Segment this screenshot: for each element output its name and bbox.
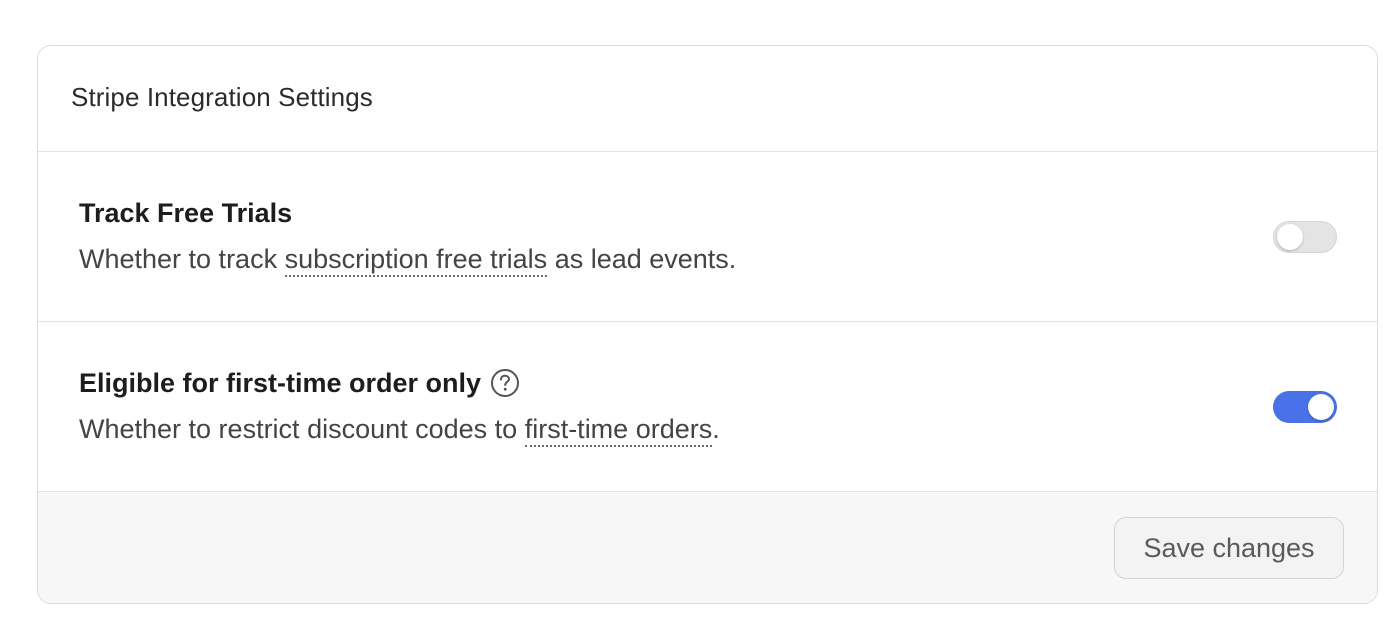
setting-row-first-time-order: Eligible for first-time order only Wheth…: [38, 322, 1377, 492]
toggle-knob: [1277, 224, 1303, 250]
first-time-order-toggle[interactable]: [1273, 391, 1337, 423]
settings-card: Stripe Integration Settings Track Free T…: [37, 45, 1378, 604]
setting-description: Whether to track subscription free trial…: [79, 244, 737, 277]
description-text: Whether to restrict discount codes to: [79, 414, 525, 444]
card-header: Stripe Integration Settings: [38, 46, 1377, 152]
setting-title-label: Eligible for first-time order only: [79, 367, 482, 398]
setting-description: Whether to restrict discount codes to fi…: [79, 414, 720, 447]
setting-text: Track Free Trials Whether to track subsc…: [79, 196, 737, 277]
question-circle-icon[interactable]: [490, 368, 520, 398]
setting-title-label: Track Free Trials: [79, 197, 293, 228]
description-text: .: [712, 414, 720, 444]
track-free-trials-toggle[interactable]: [1273, 221, 1337, 253]
setting-title: Eligible for first-time order only: [79, 366, 720, 400]
toggle-knob: [1308, 394, 1334, 420]
subscription-free-trials-tooltip-link[interactable]: subscription free trials: [284, 244, 548, 277]
setting-text: Eligible for first-time order only Wheth…: [79, 366, 720, 447]
setting-row-track-free-trials: Track Free Trials Whether to track subsc…: [38, 152, 1377, 322]
card-footer: Save changes: [38, 492, 1377, 603]
description-text: as lead events.: [547, 244, 737, 274]
first-time-orders-tooltip-link[interactable]: first-time orders: [524, 414, 713, 447]
card-title: Stripe Integration Settings: [71, 82, 373, 112]
save-changes-button[interactable]: Save changes: [1114, 517, 1344, 579]
setting-title: Track Free Trials: [79, 196, 736, 230]
description-text: Whether to track: [79, 244, 285, 274]
